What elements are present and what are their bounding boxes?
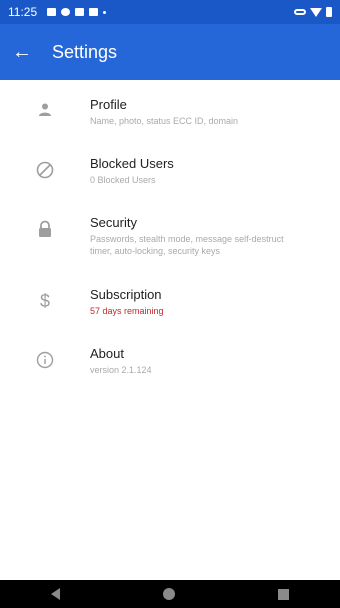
battery-icon [326,7,332,17]
play-icon [89,8,99,16]
notification-icons [47,8,107,16]
arrow-left-icon: ← [12,40,32,63]
lock-icon [0,214,90,238]
person-icon [0,96,90,118]
dot-icon [103,10,107,14]
subscription-status: 57 days remaining [90,306,164,316]
page-title: Settings [52,41,118,62]
settings-item-subscription[interactable]: $ Subscription 57 days remaining [0,286,340,345]
image-icon [47,8,57,16]
item-subtitle: Name, photo, status ECC ID, domain [90,116,239,126]
app-bar: ← Settings [0,24,340,80]
info-icon [0,345,90,369]
item-subtitle: Passwords, stealth mode, message self-de… [90,234,284,256]
status-time: 11:25 [8,5,38,19]
settings-item-profile[interactable]: Profile Name, photo, status ECC ID, doma… [0,96,340,155]
item-subtitle: version 2.1.124 [90,365,152,375]
dollar-icon: $ [39,291,50,311]
item-title: Subscription [90,287,162,302]
settings-item-about[interactable]: About version 2.1.124 [0,345,340,404]
settings-item-security[interactable]: Security Passwords, stealth mode, messag… [0,214,340,286]
nav-recent-apps-button[interactable] [277,588,289,600]
status-bar: 11:25 [0,0,340,24]
settings-item-blocked-users[interactable]: Blocked Users 0 Blocked Users [0,155,340,214]
sync-icon [61,8,71,16]
navigation-bar [0,580,340,608]
nav-back-button[interactable] [51,588,61,600]
back-button[interactable]: ← [0,24,44,80]
item-title: About [90,346,124,361]
item-title: Blocked Users [90,156,174,171]
wifi-icon [310,7,322,17]
link-icon [294,9,306,15]
block-icon [0,155,90,179]
message-icon [75,8,85,16]
item-title: Security [90,215,137,230]
item-subtitle: 0 Blocked Users [90,175,156,185]
settings-list: Profile Name, photo, status ECC ID, doma… [0,96,340,404]
item-title: Profile [90,97,127,112]
nav-home-button[interactable] [162,588,175,600]
